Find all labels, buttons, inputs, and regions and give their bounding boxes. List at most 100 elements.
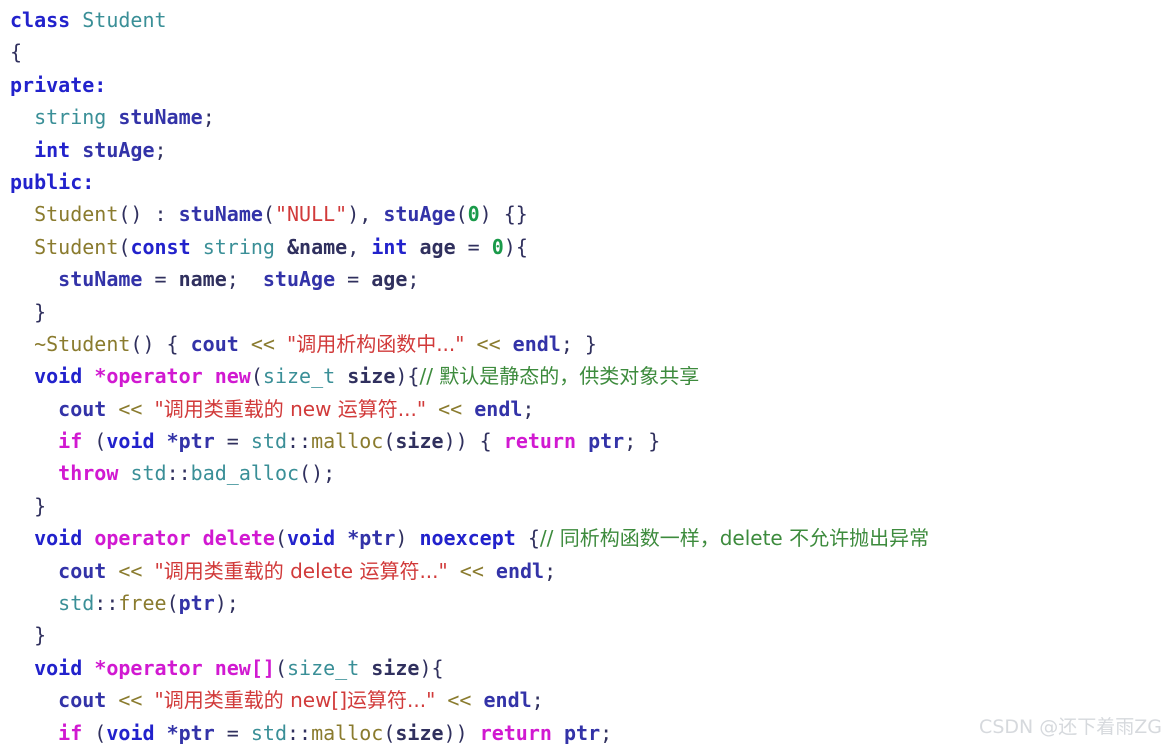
keyword-if: if xyxy=(58,429,83,454)
member-stuage: stuAge xyxy=(383,202,456,227)
comment: // 同析构函数一样，delete 不允许抛出异常 xyxy=(539,526,930,551)
namespace-std: std xyxy=(130,461,167,486)
string-literal: "调用析构函数中..." xyxy=(287,331,465,356)
type-void: void xyxy=(106,429,155,454)
shift-operator: << xyxy=(118,688,143,713)
code-line: Student() : stuName("NULL"), stuAge(0) {… xyxy=(34,202,528,227)
code-line: } xyxy=(10,296,1174,328)
param-size: size xyxy=(371,655,420,680)
param-age: age xyxy=(419,234,456,259)
class-name-student: Student xyxy=(82,8,167,32)
code-line: void operator delete(void *ptr) noexcept… xyxy=(34,526,930,551)
number-zero: 0 xyxy=(491,234,504,259)
type-void: void xyxy=(34,655,83,680)
stream-cout: cout xyxy=(58,558,107,583)
semicolon: ; xyxy=(202,105,215,130)
code-line: stuName = name; stuAge = age; xyxy=(58,267,420,292)
parens: () xyxy=(130,331,155,356)
param-size: size xyxy=(395,429,444,454)
var-ptr: ptr xyxy=(178,591,215,616)
keyword-noexcept: noexcept xyxy=(419,526,516,551)
dtor-student: ~Student xyxy=(34,331,131,356)
member-stuname: stuName xyxy=(58,267,143,292)
shift-operator: << xyxy=(118,558,143,583)
code-line: public: xyxy=(10,166,1174,198)
init-colon: : xyxy=(142,202,179,227)
param-name: name xyxy=(178,267,227,292)
empty-body: {} xyxy=(503,202,528,227)
type-size-t: size_t xyxy=(262,364,336,389)
var-ptr: ptr xyxy=(563,720,601,745)
namespace-std: std xyxy=(250,720,287,745)
shift-operator: << xyxy=(118,396,143,421)
keyword-public: public: xyxy=(10,169,95,194)
member-stuname: stuName xyxy=(178,202,263,227)
code-line: } xyxy=(10,490,1174,522)
var-ptr: *ptr xyxy=(166,720,215,745)
fn-free: free xyxy=(118,591,167,616)
type-string: string xyxy=(34,105,107,130)
code-line: throw std::bad_alloc(); xyxy=(58,461,336,486)
shift-operator: << xyxy=(250,331,275,356)
param-size: size xyxy=(347,364,396,389)
fn-malloc: malloc xyxy=(311,720,384,745)
code-line: { xyxy=(10,36,1174,68)
type-string: string xyxy=(202,234,275,259)
type-int: int xyxy=(371,234,408,259)
equals: = xyxy=(467,234,480,259)
keyword-const: const xyxy=(130,234,191,259)
code-line: ~Student() { cout << "调用析构函数中..." << end… xyxy=(34,331,597,356)
type-int: int xyxy=(34,137,71,162)
stream-endl: endl xyxy=(495,558,545,583)
csdn-watermark: CSDN @还下着雨ZG xyxy=(979,716,1162,738)
var-ptr: *ptr xyxy=(166,429,215,454)
code-line: void *operator new(size_t size){// 默认是静态… xyxy=(34,364,700,389)
keyword-throw: throw xyxy=(58,461,119,486)
operator-delete: operator delete xyxy=(94,526,275,551)
var-ptr: ptr xyxy=(588,429,625,454)
close-brace: } xyxy=(34,493,47,518)
string-literal: "调用类重载的 new[]运算符..." xyxy=(154,688,436,713)
close-brace: } xyxy=(34,299,47,324)
stream-endl: endl xyxy=(474,396,523,421)
member-stuage: stuAge xyxy=(82,137,155,162)
code-line: private: xyxy=(10,69,1174,101)
keyword-class: class xyxy=(10,8,71,32)
comment: // 默认是静态的，供类对象共享 xyxy=(419,364,700,389)
string-literal: "调用类重载的 new 运算符..." xyxy=(154,396,427,421)
type-void: void xyxy=(286,526,336,551)
code-line: } xyxy=(10,619,1174,651)
keyword-private: private: xyxy=(10,72,107,97)
code-line: cout << "调用类重载的 delete 运算符..." << endl; xyxy=(58,558,557,583)
ctor-student: Student xyxy=(34,202,119,227)
namespace-std: std xyxy=(250,429,287,454)
code-block[interactable]: class Student { private: string stuName;… xyxy=(0,0,1174,745)
code-line: int stuAge; xyxy=(10,134,1174,166)
shift-operator: << xyxy=(459,558,484,583)
param-size: size xyxy=(395,720,444,745)
open-body: ){ xyxy=(419,655,444,680)
shift-operator: << xyxy=(438,396,463,421)
shift-operator: << xyxy=(476,331,501,356)
code-line: class Student xyxy=(10,4,1174,36)
keyword-if: if xyxy=(58,720,83,745)
code-line: Student(const string &name, int age = 0)… xyxy=(34,234,528,259)
parens: () xyxy=(118,202,143,227)
type-size-t: size_t xyxy=(286,655,360,680)
param-name: &name xyxy=(287,234,348,259)
param-age: age xyxy=(371,267,408,292)
semicolon: ; xyxy=(154,137,167,162)
keyword-return: return xyxy=(503,429,577,454)
type-bad-alloc: bad_alloc xyxy=(190,461,300,486)
keyword-return: return xyxy=(479,720,552,745)
code-line: cout << "调用类重载的 new 运算符..." << endl; xyxy=(58,396,535,421)
type-void: void xyxy=(106,720,155,745)
fn-malloc: malloc xyxy=(311,429,384,454)
stream-endl: endl xyxy=(483,688,532,713)
type-void: void xyxy=(34,526,83,551)
namespace-std: std xyxy=(58,591,95,616)
shift-operator: << xyxy=(447,688,472,713)
member-stuage: stuAge xyxy=(262,267,336,292)
open-body: ){ xyxy=(503,234,528,259)
type-void: void xyxy=(34,364,83,389)
